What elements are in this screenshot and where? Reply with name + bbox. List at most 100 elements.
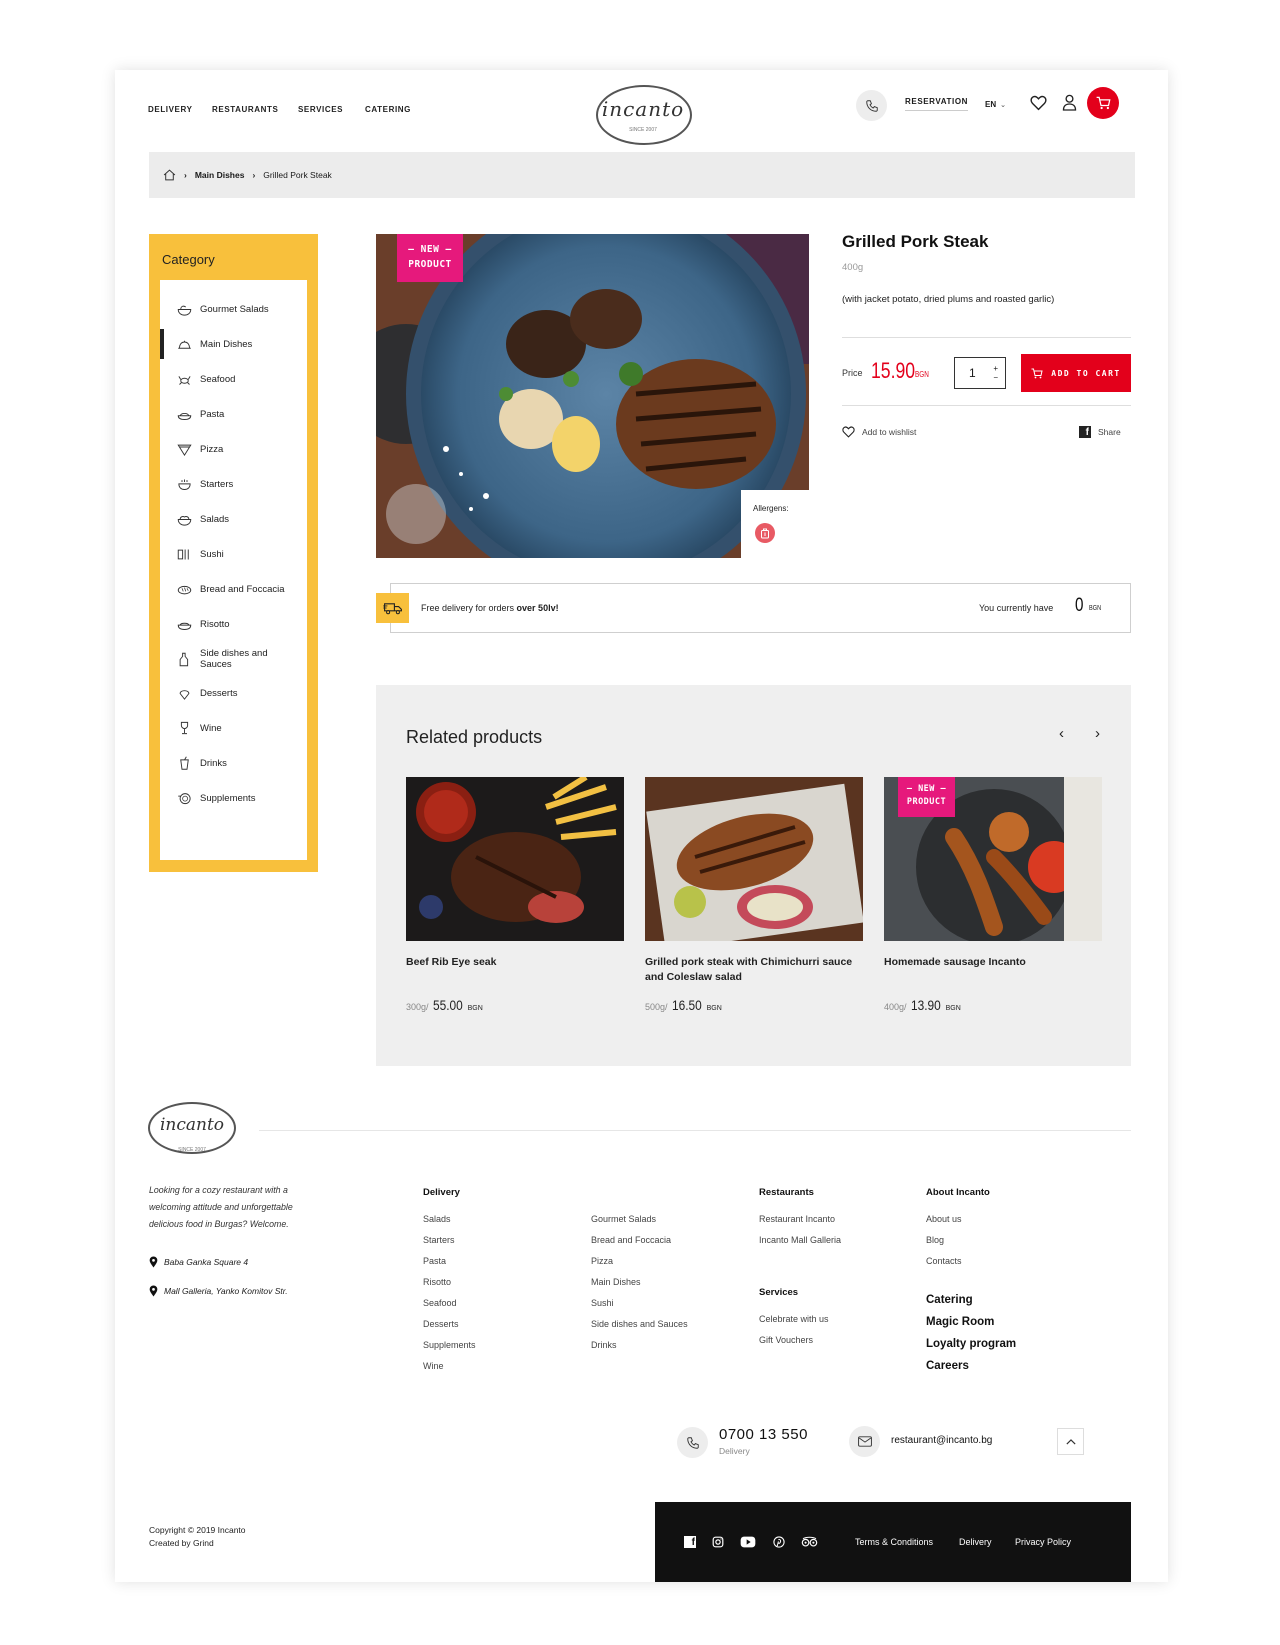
account-button[interactable] [1062,94,1077,116]
related-product-card[interactable]: — NEW — PRODUCT Homemade sausage Incanto… [884,777,1102,1013]
footer-link[interactable]: Gourmet Salads [591,1214,656,1224]
footer-link[interactable]: Supplements [423,1340,476,1350]
nav-services[interactable]: SERVICES [298,105,343,114]
breadcrumb-main-dishes[interactable]: Main Dishes [195,170,245,180]
add-to-wishlist-link[interactable]: Add to wishlist [842,426,916,438]
footer-link[interactable]: Seafood [423,1298,457,1308]
allergens-label: Allergens: [753,504,789,513]
sidebar-item-seafood[interactable]: Seafood [160,364,307,394]
related-product-image[interactable] [645,777,863,941]
footer-catering-link[interactable]: Catering [926,1294,973,1306]
language-label: EN [985,100,997,109]
footer-link[interactable]: Contacts [926,1256,962,1266]
footer-link[interactable]: Pasta [423,1256,446,1266]
plus-icon[interactable]: + [993,364,998,373]
breadcrumb-separator: › [252,170,256,180]
quantity-stepper[interactable]: 1 + − [954,357,1006,389]
home-icon[interactable] [163,169,176,181]
pinterest-icon[interactable] [772,1535,786,1549]
footer-link[interactable]: Celebrate with us [759,1314,829,1324]
sidebar-item-desserts[interactable]: Desserts [160,678,307,708]
sidebar-item-side-dishes[interactable]: Side dishes and Sauces [160,644,307,674]
add-to-cart-button[interactable]: ADD TO CART [1021,354,1131,392]
related-product-card[interactable]: Grilled pork steak with Chimichurri sauc… [645,777,863,1013]
footer-link[interactable]: Wine [423,1361,444,1371]
footer-loyalty-link[interactable]: Loyalty program [926,1338,1016,1350]
carousel-next-button[interactable]: › [1095,725,1100,742]
cloche-icon [176,337,192,351]
footer-link[interactable]: Risotto [423,1277,451,1287]
minus-icon[interactable]: − [993,373,998,382]
facebook-icon[interactable]: f [683,1535,697,1549]
footer-email[interactable]: restaurant@incanto.bg [891,1435,992,1446]
scroll-to-top-button[interactable] [1057,1428,1084,1455]
related-product-image[interactable]: — NEW — PRODUCT [884,777,1102,941]
language-selector[interactable]: EN ⌄ [985,100,1006,109]
footer-address[interactable]: Baba Ganka Square 4 [149,1256,248,1268]
sidebar-item-pasta[interactable]: Pasta [160,399,307,429]
sidebar-item-main-dishes[interactable]: Main Dishes [160,329,307,359]
footer-link[interactable]: Drinks [591,1340,617,1350]
footer-link[interactable]: Starters [423,1235,455,1245]
footer-careers-link[interactable]: Careers [926,1360,969,1372]
footer-description: Looking for a cozy restaurant with a wel… [149,1185,293,1229]
wishlist-button[interactable] [1030,95,1047,116]
privacy-policy-link[interactable]: Privacy Policy [1015,1537,1071,1547]
heart-icon [1030,95,1047,111]
terms-link[interactable]: Terms & Conditions [855,1537,933,1547]
footer-link[interactable]: Side dishes and Sauces [591,1319,688,1329]
share-facebook-link[interactable]: f Share [1079,426,1121,438]
sidebar-item-gourmet-salads[interactable]: Gourmet Salads [160,294,307,324]
footer-link[interactable]: Restaurant Incanto [759,1214,835,1224]
instagram-icon[interactable] [711,1535,725,1549]
footer-logo[interactable]: incanto SINCE 2007 [148,1102,236,1158]
footer-address[interactable]: Mall Galleria, Yanko Komitov Str. [149,1285,288,1297]
free-delivery-bar: Free delivery for orders over 50lv! You … [390,583,1131,633]
sidebar-item-risotto[interactable]: Risotto [160,609,307,639]
copyright: Copyright © 2019 Incanto Created by Grin… [149,1525,246,1548]
sidebar-item-starters[interactable]: Starters [160,469,307,499]
footer-link[interactable]: About us [926,1214,962,1224]
footer-link[interactable]: Desserts [423,1319,459,1329]
related-product-image[interactable] [406,777,624,941]
carousel-prev-button[interactable]: ‹ [1059,725,1064,742]
footer-phone-number[interactable]: 0700 13 550 [719,1426,808,1443]
wine-glass-icon [176,721,192,735]
related-product-name[interactable]: Beef Rib Eye seak [406,955,624,987]
footer-email-button[interactable] [849,1426,880,1457]
footer-link[interactable]: Salads [423,1214,451,1224]
sidebar-item-wine[interactable]: Wine [160,713,307,743]
reservation-link[interactable]: RESERVATION [905,97,969,111]
nav-restaurants[interactable]: RESTAURANTS [212,105,278,114]
footer-link[interactable]: Blog [926,1235,944,1245]
footer-link[interactable]: Bread and Foccacia [591,1235,671,1245]
related-product-card[interactable]: Beef Rib Eye seak 300g/ 55.00 BGN [406,777,624,1013]
sidebar-item-drinks[interactable]: Drinks [160,748,307,778]
sidebar-item-sushi[interactable]: Sushi [160,539,307,569]
sidebar-title: Category [162,252,215,267]
sidebar-item-pizza[interactable]: Pizza [160,434,307,464]
nav-delivery[interactable]: DELIVERY [148,105,193,114]
allergen-badge[interactable] [755,523,775,543]
sidebar-item-bread[interactable]: Bread and Foccacia [160,574,307,604]
phone-button[interactable] [856,90,887,121]
related-product-name[interactable]: Homemade sausage Incanto [884,955,1102,987]
cart-icon [1096,96,1111,110]
sidebar-item-supplements[interactable]: Supplements [160,783,307,813]
tripadvisor-icon[interactable] [800,1535,818,1549]
footer-link[interactable]: Main Dishes [591,1277,641,1287]
youtube-icon[interactable] [739,1535,757,1549]
related-product-name[interactable]: Grilled pork steak with Chimichurri sauc… [645,955,863,987]
footer-link[interactable]: Pizza [591,1256,613,1266]
cart-button[interactable] [1087,87,1119,119]
product-title: Grilled Pork Steak [842,232,989,251]
delivery-policy-link[interactable]: Delivery [959,1537,992,1547]
footer-link[interactable]: Gift Vouchers [759,1335,813,1345]
footer-phone-button[interactable] [677,1427,708,1458]
sidebar-item-salads[interactable]: Salads [160,504,307,534]
footer-link[interactable]: Incanto Mall Galleria [759,1235,841,1245]
nav-catering[interactable]: CATERING [365,105,411,114]
footer-link[interactable]: Sushi [591,1298,614,1308]
footer-magic-room-link[interactable]: Magic Room [926,1316,994,1328]
quantity-arrows[interactable]: + − [993,364,998,382]
